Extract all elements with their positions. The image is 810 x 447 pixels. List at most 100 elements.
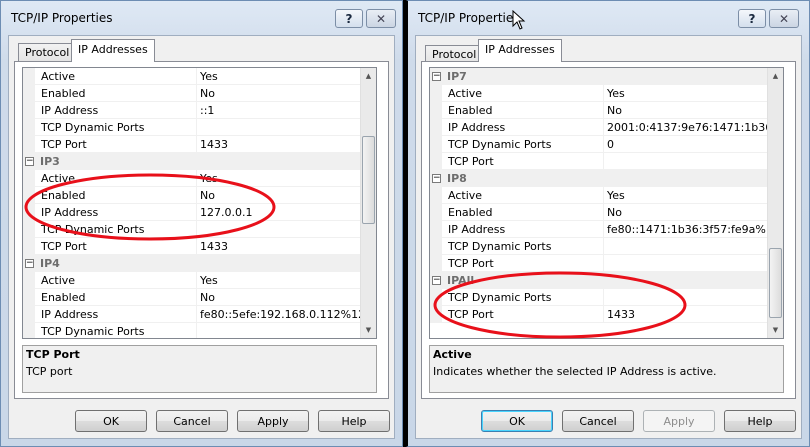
property-value[interactable]: No [197, 289, 360, 306]
category-row[interactable]: − IP8 [430, 170, 767, 187]
close-button[interactable]: ✕ [366, 9, 396, 28]
collapse-icon[interactable]: − [25, 157, 34, 166]
property-row[interactable]: TCP Dynamic Ports [430, 289, 767, 306]
ok-button[interactable]: OK [481, 410, 553, 432]
property-row[interactable]: IP Address2001:0:4137:9e76:1471:1b36:3f5… [430, 119, 767, 136]
scroll-up-icon[interactable]: ▲ [768, 68, 783, 84]
property-value[interactable]: 1433 [197, 136, 360, 153]
property-value[interactable] [604, 153, 767, 170]
property-row[interactable]: TCP Dynamic Ports [430, 238, 767, 255]
cancel-button[interactable]: Cancel [562, 410, 634, 432]
title-bar[interactable]: TCP/IP Properties ? ✕ [1, 1, 402, 35]
tab-ip-addresses[interactable]: IP Addresses [478, 39, 562, 62]
property-value[interactable]: Yes [604, 187, 767, 204]
apply-button[interactable]: Apply [643, 410, 715, 432]
help-button[interactable]: Help [724, 410, 796, 432]
help-button[interactable]: Help [318, 410, 390, 432]
category-row[interactable]: − IP7 [430, 68, 767, 85]
property-value[interactable] [197, 119, 360, 136]
property-row[interactable]: TCP Port [430, 153, 767, 170]
scroll-down-icon[interactable]: ▼ [768, 322, 783, 338]
property-name: Enabled [442, 204, 604, 221]
row-margin [430, 102, 442, 119]
property-value[interactable]: No [197, 187, 360, 204]
help-title-button[interactable]: ? [738, 9, 766, 28]
property-value[interactable]: Yes [197, 170, 360, 187]
property-row[interactable]: Enabled No [430, 102, 767, 119]
property-value[interactable]: No [604, 102, 767, 119]
collapse-icon[interactable]: − [432, 174, 441, 183]
category-row[interactable]: − IPAll [430, 272, 767, 289]
property-value[interactable] [604, 255, 767, 272]
scroll-thumb[interactable] [769, 248, 782, 318]
title-bar[interactable]: TCP/IP Properties ? ✕ [408, 1, 809, 35]
property-row[interactable]: Enabled No [430, 204, 767, 221]
property-value[interactable] [604, 289, 767, 306]
property-row[interactable]: Active Yes [23, 68, 360, 85]
property-row[interactable]: Active Yes [23, 272, 360, 289]
property-value[interactable]: 0 [604, 136, 767, 153]
property-value[interactable]: fe80::5efe:192.168.0.112%12 [197, 306, 360, 323]
property-row[interactable]: Active Yes [430, 187, 767, 204]
collapse-icon[interactable]: − [432, 276, 441, 285]
property-row[interactable]: TCP Port 1433 [23, 136, 360, 153]
property-value[interactable]: 1433 [604, 306, 767, 323]
property-value[interactable]: No [197, 85, 360, 102]
vertical-scrollbar[interactable]: ▲ ▼ [767, 68, 783, 338]
row-margin [430, 238, 442, 255]
property-row[interactable]: TCP Port 1433 [430, 306, 767, 323]
vertical-scrollbar[interactable]: ▲ ▼ [360, 68, 376, 338]
property-name: TCP Dynamic Ports [442, 136, 604, 153]
property-value[interactable]: ::1 [197, 102, 360, 119]
property-name: Enabled [442, 102, 604, 119]
property-row[interactable]: Enabled No [23, 187, 360, 204]
row-margin [430, 255, 442, 272]
property-row[interactable]: TCP Dynamic Ports 0 [430, 136, 767, 153]
property-name: TCP Dynamic Ports [442, 238, 604, 255]
property-row[interactable]: Active Yes [23, 170, 360, 187]
property-row[interactable]: Enabled No [23, 85, 360, 102]
row-margin [430, 187, 442, 204]
property-value[interactable]: 127.0.0.1 [197, 204, 360, 221]
property-value[interactable]: Yes [604, 85, 767, 102]
property-row[interactable]: TCP Dynamic Ports [23, 221, 360, 238]
property-value[interactable]: No [604, 204, 767, 221]
property-row[interactable]: IP Address fe80::5efe:192.168.0.112%12 [23, 306, 360, 323]
property-value[interactable] [197, 221, 360, 238]
tab-protocol[interactable]: Protocol [18, 43, 77, 62]
property-value[interactable] [197, 323, 360, 338]
property-row[interactable]: IP Address fe80::1471:1b36:3f57:fe9a%16 [430, 221, 767, 238]
property-row[interactable]: IP Address 127.0.0.1 [23, 204, 360, 221]
property-value[interactable] [604, 238, 767, 255]
property-value[interactable]: 2001:0:4137:9e76:1471:1b36:3f57 [604, 119, 767, 136]
row-margin [430, 204, 442, 221]
category-row[interactable]: − IP3 [23, 153, 360, 170]
close-button[interactable]: ✕ [769, 9, 799, 28]
scroll-down-icon[interactable]: ▼ [361, 322, 376, 338]
property-row[interactable]: Active Yes [430, 85, 767, 102]
scroll-thumb[interactable] [362, 136, 375, 224]
dialog-client-area: Protocol IP Addresses − IP7 Active Yes Enabl… [415, 35, 802, 439]
property-value[interactable]: Yes [197, 68, 360, 85]
property-name: Active [442, 187, 604, 204]
question-mark-icon: ? [748, 11, 756, 26]
property-value[interactable]: Yes [197, 272, 360, 289]
collapse-icon[interactable]: − [25, 259, 34, 268]
help-title-button[interactable]: ? [335, 9, 363, 28]
property-row[interactable]: TCP Dynamic Ports [23, 323, 360, 338]
property-value[interactable]: fe80::1471:1b36:3f57:fe9a%16 [604, 221, 767, 238]
property-row[interactable]: TCP Dynamic Ports [23, 119, 360, 136]
property-row[interactable]: Enabled No [23, 289, 360, 306]
property-row[interactable]: TCP Port [430, 255, 767, 272]
cancel-button[interactable]: Cancel [156, 410, 228, 432]
category-row[interactable]: − IP4 [23, 255, 360, 272]
scroll-up-icon[interactable]: ▲ [361, 68, 376, 84]
apply-button[interactable]: Apply [237, 410, 309, 432]
property-value[interactable]: 1433 [197, 238, 360, 255]
ok-button[interactable]: OK [75, 410, 147, 432]
property-row[interactable]: IP Address::1 [23, 102, 360, 119]
property-row[interactable]: TCP Port 1433 [23, 238, 360, 255]
tab-ip-addresses[interactable]: IP Addresses [71, 39, 155, 62]
row-margin [23, 238, 35, 255]
collapse-icon[interactable]: − [432, 72, 441, 81]
